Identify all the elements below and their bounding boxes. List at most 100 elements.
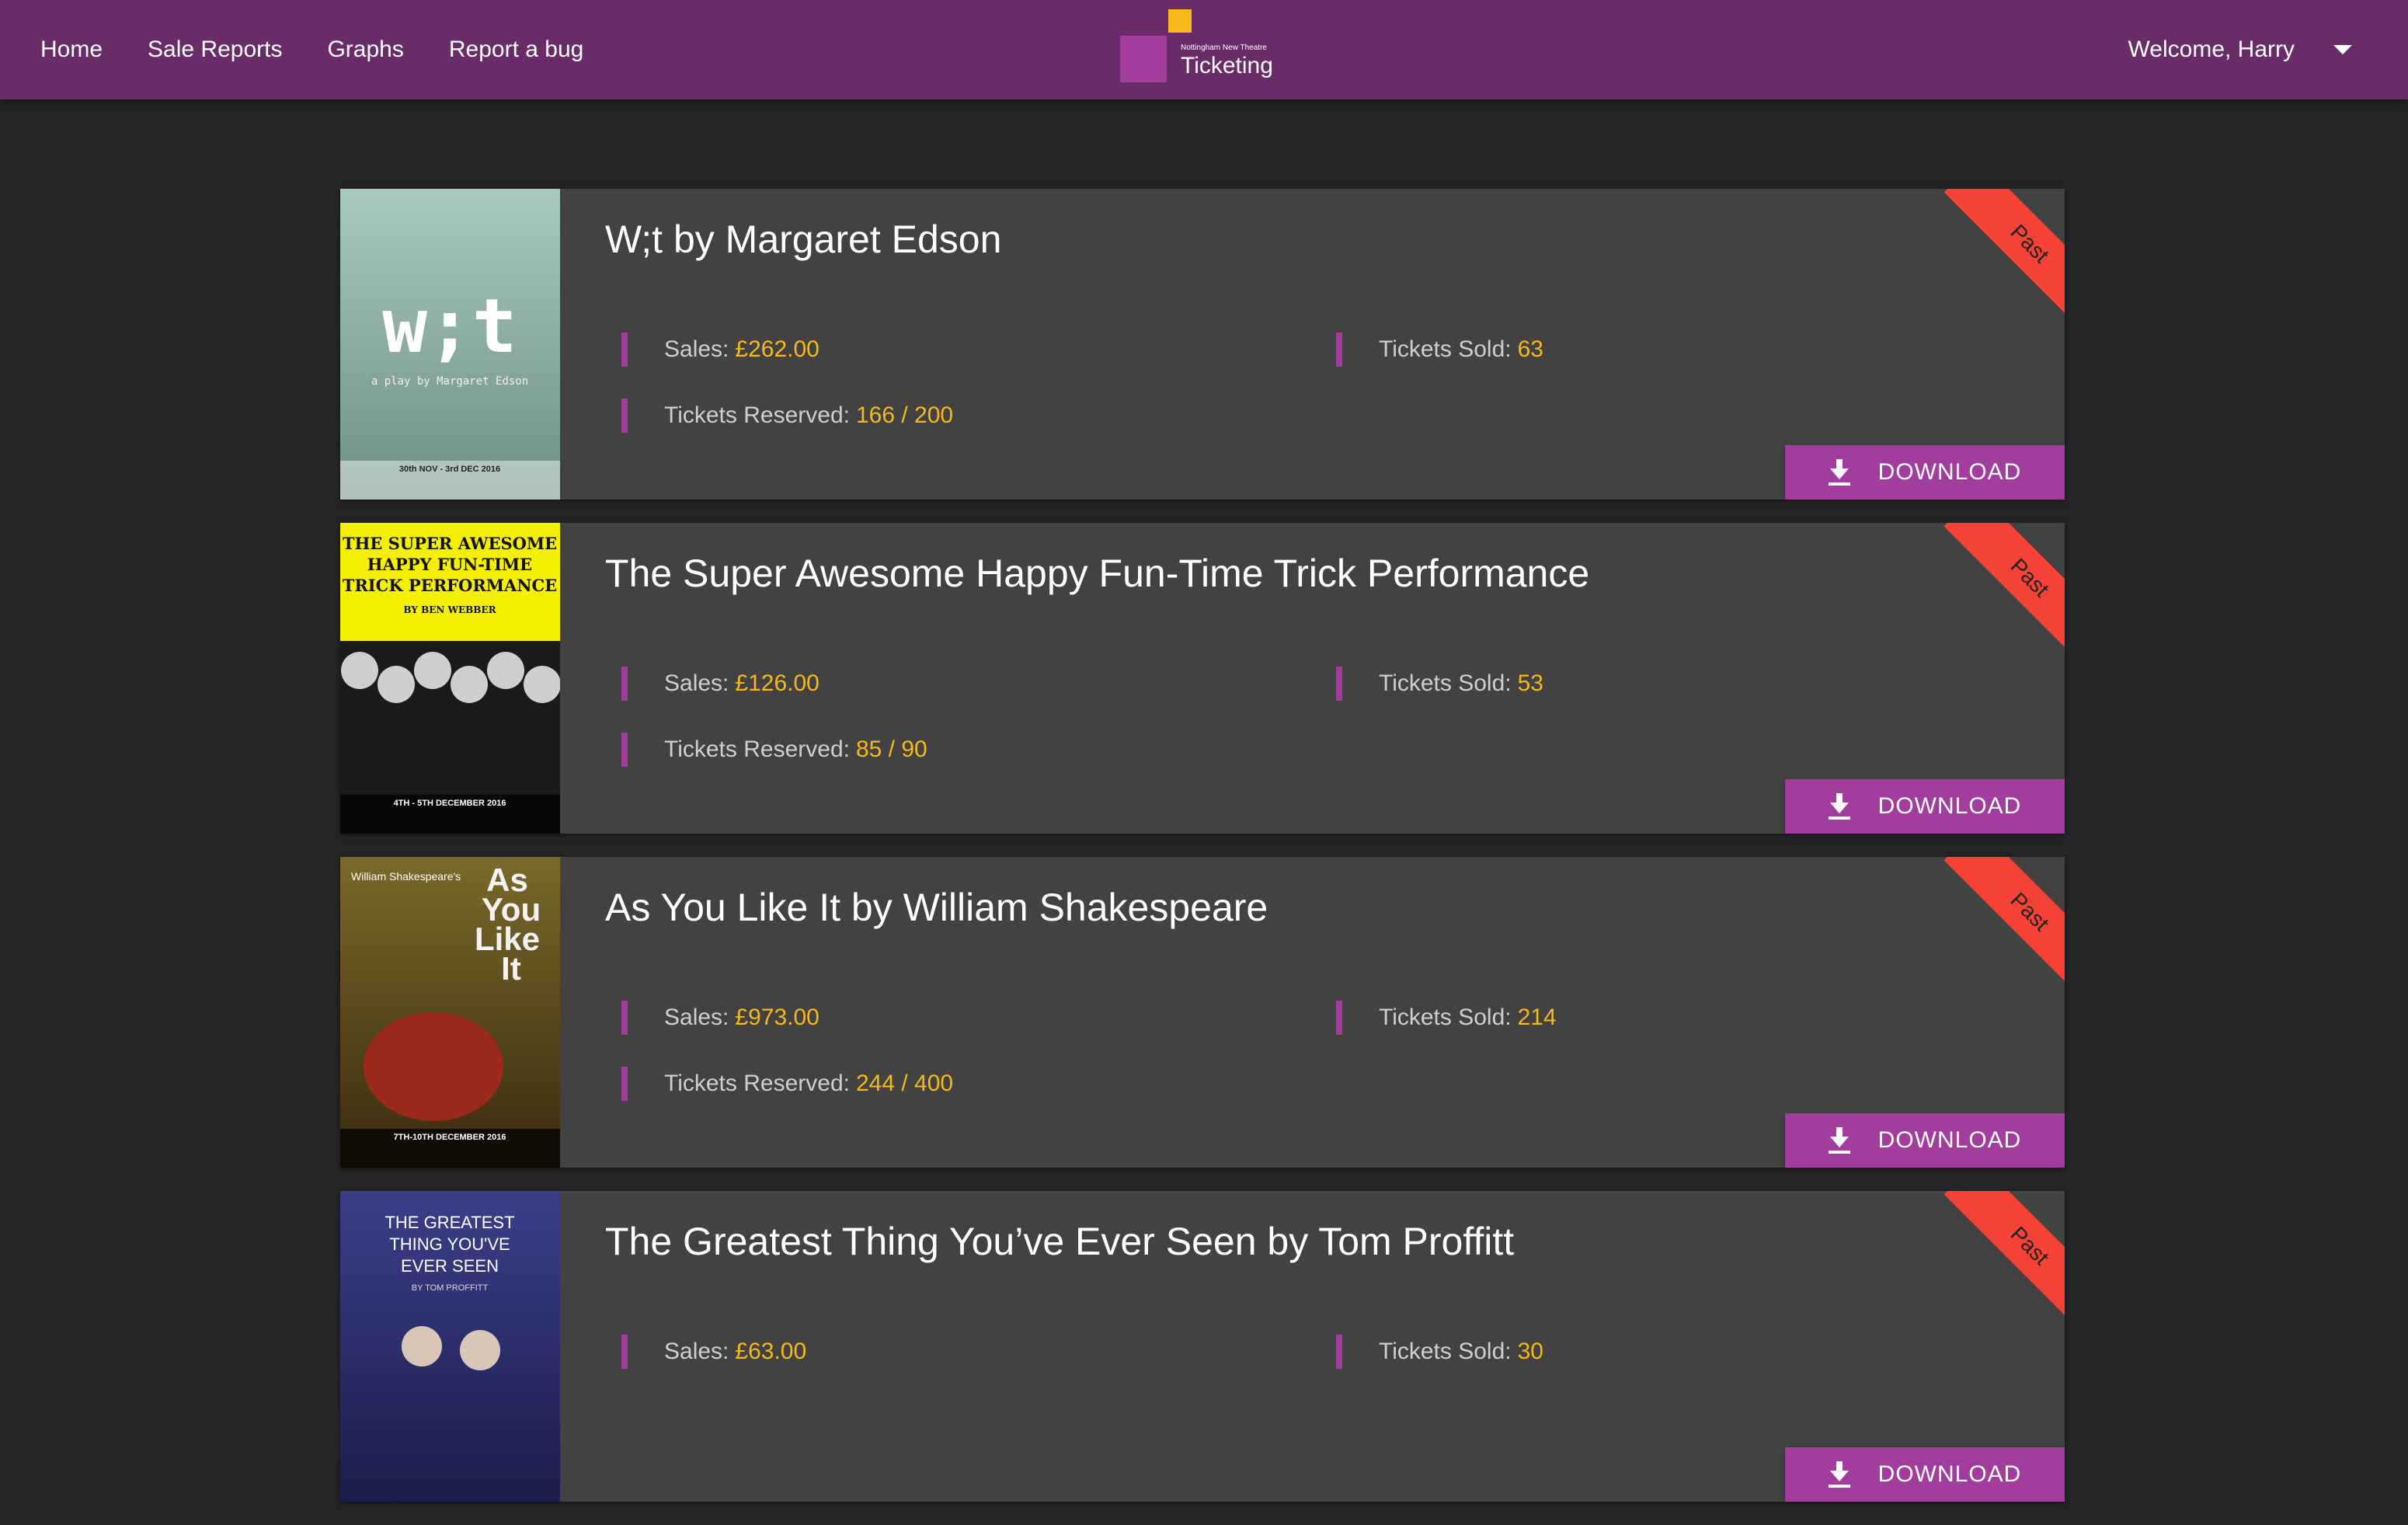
user-menu[interactable]: Welcome, Harry <box>2128 0 2352 99</box>
download-button[interactable]: DOWNLOAD <box>1785 1447 2065 1502</box>
tickets-reserved-stat-value: 244 / 400 <box>855 1071 954 1096</box>
poster-title: w;t <box>382 283 517 370</box>
stat-accent-bar <box>1336 1001 1342 1035</box>
poster-face <box>378 666 415 703</box>
sales-stat: Sales: £63.00 <box>621 1335 806 1369</box>
past-badge: Past <box>1933 523 2065 655</box>
download-button[interactable]: DOWNLOAD <box>1785 1113 2065 1168</box>
stat-accent-bar <box>621 1001 628 1035</box>
nav-graphs[interactable]: Graphs <box>327 37 403 63</box>
show-title[interactable]: As You Like It by William Shakespeare <box>605 885 1268 930</box>
show-poster[interactable]: THE GREATEST THING YOU'VE EVER SEEN BY TOM … <box>340 1191 560 1502</box>
poster-face <box>402 1326 442 1367</box>
poster-mask <box>364 1012 503 1121</box>
poster-artwork: William Shakespeare's AsYouLikeIt7TH-10TH… <box>340 857 560 1168</box>
past-badge: Past <box>1933 189 2065 321</box>
download-label: DOWNLOAD <box>1877 1461 2022 1487</box>
sales-stat-value: £973.00 <box>735 1004 819 1030</box>
past-badge-label: Past <box>2006 553 2054 602</box>
chevron-down-icon[interactable] <box>2333 45 2352 54</box>
tickets-sold-stat: Tickets Sold: 214 <box>1336 1001 1557 1035</box>
past-ribbon: Past <box>1943 523 2065 655</box>
stat-accent-bar <box>621 667 628 701</box>
show-card: w;t a play by Margaret Edson 30th NOV - 3r… <box>340 189 2065 500</box>
poster-dates: 4TH - 5TH DECEMBER 2016 <box>394 799 506 808</box>
nav-report-bug[interactable]: Report a bug <box>449 37 583 63</box>
tickets-sold-stat-label: Tickets Sold: <box>1379 670 1512 696</box>
sales-stat-value: £262.00 <box>735 336 819 362</box>
show-title[interactable]: W;t by Margaret Edson <box>605 217 1001 262</box>
poster-title-line: HAPPY FUN-TIME <box>367 555 532 574</box>
ticketing-logo[interactable]: Nottingham New Theatre Ticketing <box>1119 9 1289 85</box>
stat-accent-bar <box>621 1067 628 1101</box>
past-badge-label: Past <box>2006 219 2054 268</box>
tickets-reserved-stat: Tickets Reserved: 85 / 90 <box>621 733 927 767</box>
tickets-sold-stat-value: 53 <box>1517 670 1543 696</box>
tickets-sold-stat-value: 63 <box>1517 336 1543 362</box>
poster-artwork: w;t a play by Margaret Edson 30th NOV - 3r… <box>340 189 560 500</box>
download-button[interactable]: DOWNLOAD <box>1785 779 2065 834</box>
poster-dates: 30th NOV - 3rd DEC 2016 <box>399 465 500 474</box>
stat-accent-bar <box>621 399 628 433</box>
past-badge-label: Past <box>2006 887 2054 936</box>
poster-artwork: THE SUPER AWESOME HAPPY FUN-TIME TRICK PER… <box>340 523 560 834</box>
stat-accent-bar <box>621 333 628 367</box>
show-title[interactable]: The Greatest Thing You’ve Ever Seen by T… <box>605 1219 1514 1264</box>
past-badge: Past <box>1933 857 2065 989</box>
tickets-reserved-stat-value: 85 / 90 <box>855 736 927 762</box>
download-icon <box>1828 1127 1850 1154</box>
stat-accent-bar <box>621 1335 628 1369</box>
download-label: DOWNLOAD <box>1877 793 2022 819</box>
nav-sale-reports[interactable]: Sale Reports <box>148 37 282 63</box>
download-icon <box>1828 793 1850 820</box>
tickets-sold-stat-label: Tickets Sold: <box>1379 1339 1512 1364</box>
stat-accent-bar <box>621 733 628 767</box>
poster-dates: 7TH-10TH DECEMBER 2016 <box>394 1133 506 1142</box>
tickets-reserved-stat-label: Tickets Reserved: <box>664 1071 850 1096</box>
tickets-reserved-stat-label: Tickets Reserved: <box>664 736 850 762</box>
poster-title-line: EVER SEEN <box>401 1256 499 1276</box>
tickets-sold-stat-value: 30 <box>1517 1339 1543 1364</box>
poster-subtitle: BY TOM PROFFITT <box>412 1283 489 1293</box>
download-icon <box>1828 1461 1850 1488</box>
poster-subtitle: William Shakespeare's <box>351 870 461 883</box>
download-icon <box>1828 459 1850 486</box>
nav-home[interactable]: Home <box>40 37 103 63</box>
stat-accent-bar <box>1336 1335 1342 1369</box>
tickets-sold-stat: Tickets Sold: 30 <box>1336 1335 1543 1369</box>
stat-accent-bar <box>1336 667 1342 701</box>
logo-yellow-square <box>1168 9 1192 33</box>
poster-artwork: THE GREATEST THING YOU'VEEVER SEEN BY TOM … <box>340 1191 560 1502</box>
poster-subtitle: BY BEN WEBBER <box>403 604 496 615</box>
sales-stat: Sales: £262.00 <box>621 333 819 367</box>
download-button[interactable]: DOWNLOAD <box>1785 445 2065 500</box>
sales-stat-value: £126.00 <box>735 670 819 696</box>
sales-stat-label: Sales: <box>664 1004 729 1030</box>
show-list: w;t a play by Margaret Edson 30th NOV - 3r… <box>340 189 2065 1525</box>
poster-face <box>414 652 451 689</box>
poster-title-word: It <box>501 950 521 987</box>
tickets-sold-stat-label: Tickets Sold: <box>1379 1004 1512 1030</box>
past-badge: Past <box>1933 1191 2065 1323</box>
past-ribbon: Past <box>1943 857 2065 989</box>
tickets-sold-stat-value: 214 <box>1517 1004 1557 1030</box>
download-label: DOWNLOAD <box>1877 459 2022 485</box>
show-poster[interactable]: William Shakespeare's As You Like It 7TH-10TH… <box>340 857 560 1168</box>
show-poster[interactable]: THE SUPER AWESOME HAPPY FUN-TIME TRICK PER… <box>340 523 560 834</box>
poster-face <box>460 1330 500 1370</box>
show-card: William Shakespeare's As You Like It 7TH-10TH… <box>340 857 2065 1168</box>
sales-stat-value: £63.00 <box>735 1339 807 1364</box>
sales-stat-label: Sales: <box>664 1339 729 1364</box>
tickets-reserved-stat: Tickets Reserved: 244 / 400 <box>621 1067 953 1101</box>
logo-purple-square <box>1120 36 1167 82</box>
poster-subtitle: a play by Margaret Edson <box>371 375 528 388</box>
show-title[interactable]: The Super Awesome Happy Fun-Time Trick P… <box>605 551 1589 596</box>
poster-face <box>487 652 524 689</box>
tickets-reserved-stat: Tickets Reserved: 166 / 200 <box>621 399 953 433</box>
poster-title-line: THE GREATEST <box>385 1213 514 1232</box>
poster-face <box>524 666 560 703</box>
poster-face <box>451 666 488 703</box>
logo-subtitle: Nottingham New Theatre <box>1181 44 1267 52</box>
past-ribbon: Past <box>1943 189 2065 321</box>
show-poster[interactable]: w;t a play by Margaret Edson 30th NOV - 3r… <box>340 189 560 500</box>
